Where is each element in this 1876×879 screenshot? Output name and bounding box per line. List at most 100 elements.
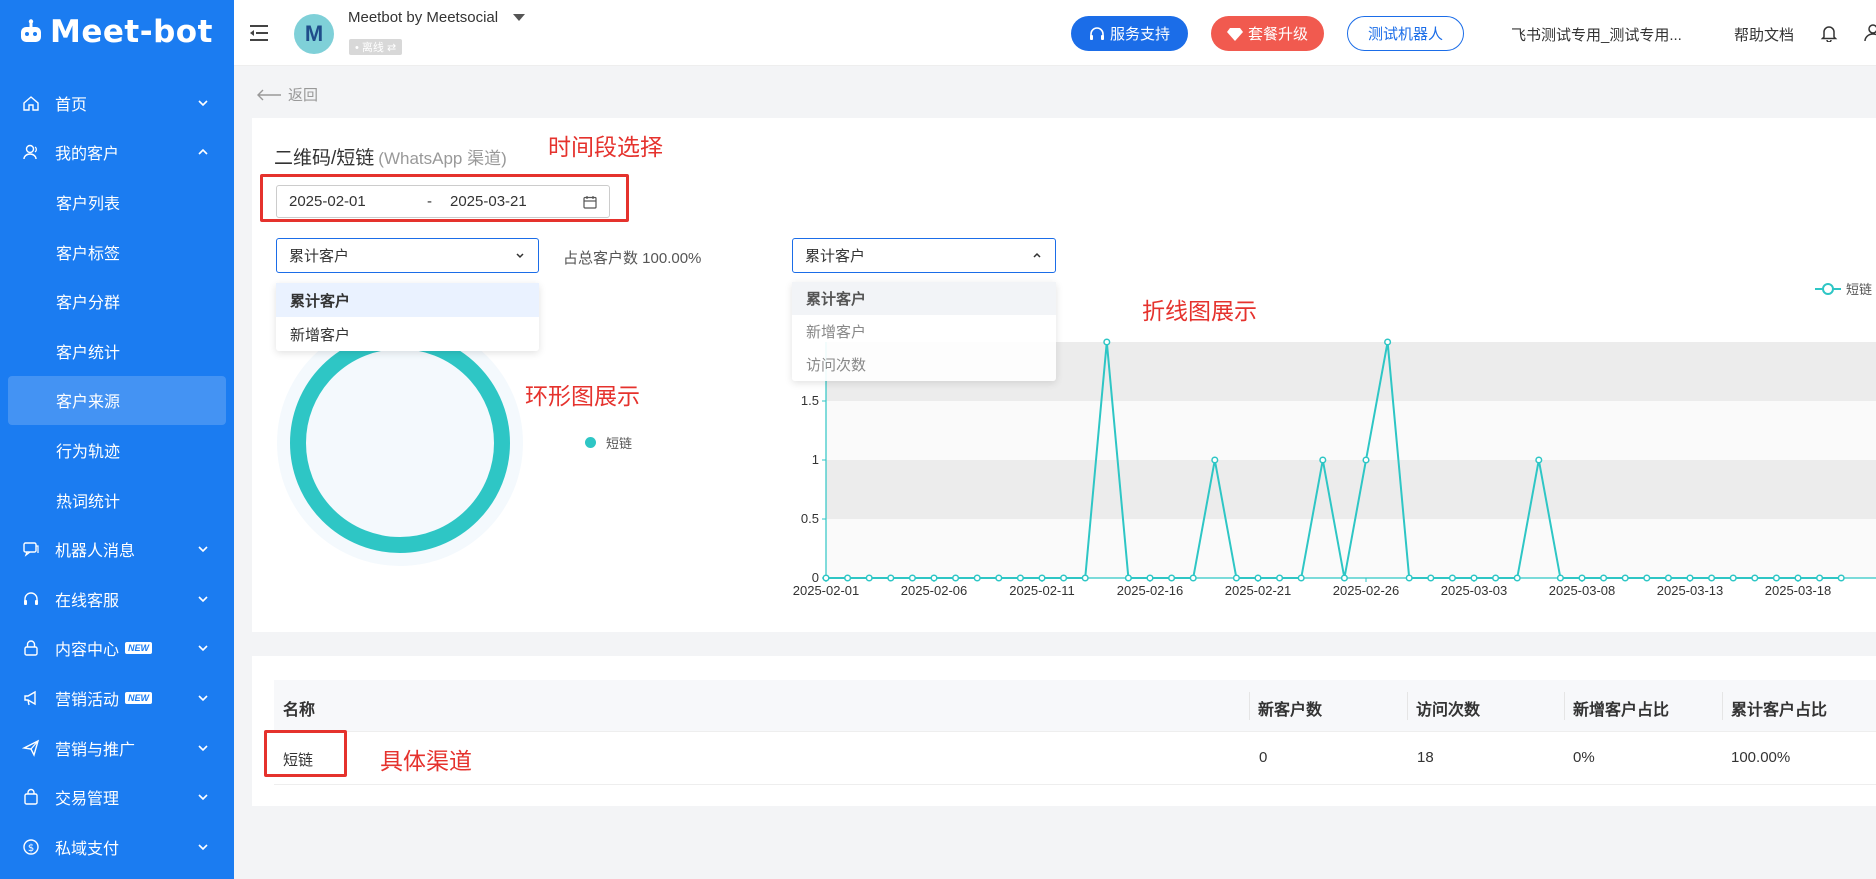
data-point[interactable] [1664, 574, 1672, 582]
test-bot-button[interactable]: 测试机器人 [1347, 16, 1464, 51]
chevron-down-icon[interactable] [196, 741, 210, 755]
data-point[interactable] [822, 574, 830, 582]
data-point[interactable] [1448, 574, 1456, 582]
data-point[interactable] [1708, 574, 1716, 582]
user-icon[interactable] [1864, 24, 1876, 42]
data-point[interactable] [1751, 574, 1759, 582]
logo[interactable]: Meet-bot [18, 12, 213, 52]
data-point[interactable] [865, 574, 873, 582]
dropdown-option[interactable]: 新增客户 [276, 317, 539, 351]
chevron-up-icon[interactable] [196, 145, 210, 159]
help-docs-link[interactable]: 帮助文档 [1734, 24, 1794, 45]
data-point[interactable] [1600, 574, 1608, 582]
data-point[interactable] [1535, 456, 1543, 464]
donut-legend[interactable]: 短链 [585, 433, 632, 452]
sidebar-item[interactable]: 在线客服 [0, 574, 234, 624]
data-point[interactable] [1211, 456, 1219, 464]
data-point[interactable] [1362, 456, 1370, 464]
sidebar-item[interactable]: $ 私域支付 [0, 822, 234, 872]
col-name[interactable]: 名称 [283, 696, 315, 720]
chevron-down-icon[interactable] [196, 691, 210, 705]
account-avatar[interactable]: M [294, 14, 334, 54]
sidebar-item[interactable]: 首页 [0, 78, 234, 128]
account-dropdown-icon[interactable] [513, 14, 525, 21]
data-point[interactable] [1189, 574, 1197, 582]
bell-icon[interactable] [1820, 24, 1838, 42]
data-point[interactable] [1578, 574, 1586, 582]
data-point[interactable] [1319, 456, 1327, 464]
chevron-down-icon[interactable] [196, 641, 210, 655]
data-point[interactable] [1340, 574, 1348, 582]
col-new-customers[interactable]: 新客户数 [1258, 696, 1322, 720]
data-point[interactable] [1405, 574, 1413, 582]
line-metric-select[interactable]: 累计客户 [792, 238, 1056, 273]
workspace-name[interactable]: 飞书测试专用_测试专用... [1511, 24, 1682, 45]
data-point[interactable] [1168, 574, 1176, 582]
data-point[interactable] [1729, 574, 1737, 582]
sidebar-item[interactable]: 我的客户 [0, 128, 234, 178]
data-point[interactable] [1124, 574, 1132, 582]
data-point[interactable] [1513, 574, 1521, 582]
data-point[interactable] [1772, 574, 1780, 582]
sidebar-subitem[interactable]: 客户分群 [0, 276, 234, 326]
chevron-down-icon[interactable] [196, 790, 210, 804]
sidebar-subitem[interactable]: 客户标签 [0, 227, 234, 277]
dropdown-option[interactable]: 新增客户 [792, 315, 1056, 348]
date-range-picker[interactable]: 2025-02-01 - 2025-03-21 [276, 185, 610, 218]
col-total-ratio[interactable]: 累计客户占比 [1731, 696, 1827, 720]
col-visits[interactable]: 访问次数 [1416, 696, 1480, 720]
chevron-down-icon[interactable] [196, 542, 210, 556]
data-point[interactable] [1816, 574, 1824, 582]
dropdown-option[interactable]: 访问次数 [792, 348, 1056, 381]
chevron-down-icon[interactable] [196, 96, 210, 110]
dropdown-option[interactable]: 累计客户 [276, 283, 539, 317]
donut-metric-select[interactable]: 累计客户 [276, 238, 539, 273]
data-point[interactable] [930, 574, 938, 582]
data-point[interactable] [1643, 574, 1651, 582]
sidebar-item[interactable]: 营销活动 NEW [0, 673, 234, 723]
data-point[interactable] [1276, 574, 1284, 582]
data-point[interactable] [1016, 574, 1024, 582]
data-point[interactable] [973, 574, 981, 582]
data-point[interactable] [1103, 338, 1111, 346]
sidebar-subitem[interactable]: 热词统计 [0, 475, 234, 525]
data-point[interactable] [1556, 574, 1564, 582]
data-point[interactable] [952, 574, 960, 582]
data-point[interactable] [1254, 574, 1262, 582]
data-point[interactable] [1081, 574, 1089, 582]
data-point[interactable] [1470, 574, 1478, 582]
sidebar-item[interactable]: 交易管理 [0, 772, 234, 822]
chevron-down-icon[interactable] [196, 840, 210, 854]
menu-toggle-icon[interactable] [250, 24, 270, 42]
upgrade-button[interactable]: 套餐升级 [1211, 16, 1324, 51]
line-legend[interactable]: 短链 [1815, 279, 1872, 298]
data-point[interactable] [1621, 574, 1629, 582]
chevron-down-icon[interactable] [196, 592, 210, 606]
data-point[interactable] [1492, 574, 1500, 582]
data-point[interactable] [1146, 574, 1154, 582]
data-point[interactable] [1297, 574, 1305, 582]
account-name[interactable]: Meetbot by Meetsocial [348, 9, 498, 26]
data-point[interactable] [1794, 574, 1802, 582]
sidebar-subitem[interactable]: 客户列表 [0, 177, 234, 227]
data-point[interactable] [1384, 338, 1392, 346]
data-point[interactable] [995, 574, 1003, 582]
back-link[interactable]: 返回 [256, 84, 318, 105]
data-point[interactable] [1038, 574, 1046, 582]
sidebar-item[interactable]: 机器人消息 [0, 524, 234, 574]
data-point[interactable] [1837, 574, 1845, 582]
data-point[interactable] [1686, 574, 1694, 582]
date-start[interactable]: 2025-02-01 [289, 193, 366, 210]
sidebar-item[interactable]: 营销与推广 [0, 723, 234, 773]
data-point[interactable] [1232, 574, 1240, 582]
sidebar-item[interactable]: 内容中心 NEW [0, 624, 234, 674]
sidebar-subitem[interactable]: 行为轨迹 [0, 425, 234, 475]
data-point[interactable] [1427, 574, 1435, 582]
dropdown-option[interactable]: 累计客户 [792, 282, 1056, 315]
data-point[interactable] [887, 574, 895, 582]
data-point[interactable] [1060, 574, 1068, 582]
support-button[interactable]: 服务支持 [1071, 16, 1188, 51]
col-new-ratio[interactable]: 新增客户占比 [1573, 696, 1669, 720]
sidebar-subitem[interactable]: 客户统计 [0, 326, 234, 376]
data-point[interactable] [844, 574, 852, 582]
